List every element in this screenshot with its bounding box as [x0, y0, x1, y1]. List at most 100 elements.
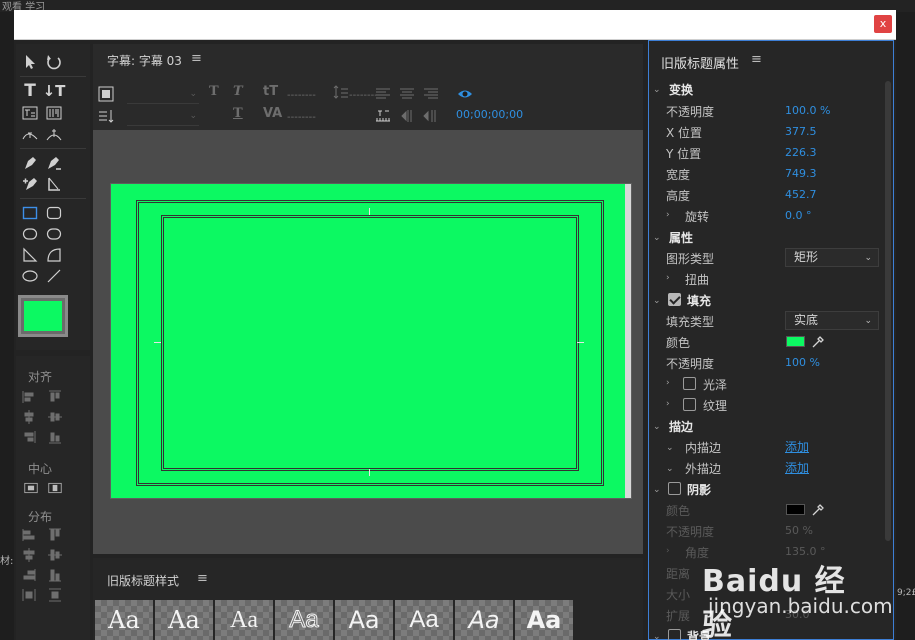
- transform-heading[interactable]: 变换: [669, 81, 693, 98]
- kerning-icon[interactable]: VA: [263, 106, 282, 121]
- tab-stops-icon[interactable]: [375, 108, 391, 128]
- distribute-spacing-v-icon[interactable]: [48, 588, 62, 602]
- style-swatch-2[interactable]: Aa: [155, 600, 213, 640]
- transform-chevron-icon[interactable]: ⌄: [653, 85, 661, 95]
- rectangle-tool-icon[interactable]: [20, 204, 40, 222]
- shadow-eyedropper-icon[interactable]: [811, 502, 825, 516]
- roll-crawl-options-icon[interactable]: [98, 108, 114, 128]
- shadow-checkbox[interactable]: [668, 482, 681, 495]
- sheen-expand-icon[interactable]: ›: [666, 378, 670, 388]
- width-value[interactable]: 749.3: [785, 167, 817, 180]
- rounded-rectangle-tool-icon[interactable]: [44, 204, 64, 222]
- align-text-center-icon[interactable]: [399, 86, 415, 106]
- style-swatch-1[interactable]: Aa: [95, 600, 153, 640]
- fill-color-chip[interactable]: [786, 336, 805, 347]
- properties-scrollbar[interactable]: [885, 81, 891, 541]
- background-timecode[interactable]: 00;00;00;00: [456, 108, 523, 121]
- stroke-heading[interactable]: 描边: [669, 418, 693, 435]
- underline-icon[interactable]: T: [233, 106, 243, 121]
- fill-chevron-icon[interactable]: ⌄: [653, 296, 661, 306]
- line-tool-icon[interactable]: [44, 267, 64, 285]
- distribute-top-icon[interactable]: [48, 528, 62, 542]
- arc-tool-icon[interactable]: [44, 246, 64, 264]
- style-swatch-6[interactable]: Aa: [395, 600, 453, 640]
- distribute-center-v-icon[interactable]: [48, 548, 62, 562]
- italic-icon[interactable]: T: [233, 84, 243, 99]
- title-panel-menu-icon[interactable]: ≡: [191, 51, 202, 66]
- bottom-center-handle[interactable]: [369, 469, 370, 476]
- shadow-color-chip[interactable]: [786, 504, 805, 515]
- left-center-handle[interactable]: [154, 342, 161, 343]
- kerning-field[interactable]: --------: [287, 112, 316, 123]
- distribute-left-icon[interactable]: [22, 528, 36, 542]
- show-background-video-icon[interactable]: [457, 86, 473, 106]
- type-tool-icon[interactable]: T: [20, 81, 40, 101]
- paragraph-ltr-icon[interactable]: [399, 108, 415, 128]
- texture-expand-icon[interactable]: ›: [666, 399, 670, 409]
- background-checkbox[interactable]: [668, 629, 681, 640]
- add-anchor-tool-icon[interactable]: [20, 175, 40, 193]
- outer-stroke-chevron-icon[interactable]: ⌄: [666, 464, 674, 474]
- style-swatch-5[interactable]: Aa: [335, 600, 393, 640]
- new-title-icon[interactable]: [98, 86, 114, 106]
- clipped-corner-rectangle-tool-icon[interactable]: [20, 225, 40, 243]
- close-button[interactable]: x: [874, 15, 892, 33]
- leading-field[interactable]: --------: [349, 90, 378, 101]
- convert-anchor-tool-icon[interactable]: [44, 175, 64, 193]
- pen-tool-icon[interactable]: [20, 154, 40, 172]
- align-vertical-center-icon[interactable]: [48, 410, 62, 424]
- delete-anchor-tool-icon[interactable]: [44, 154, 64, 172]
- fill-color-swatch[interactable]: [18, 295, 68, 337]
- align-bottom-icon[interactable]: [48, 430, 62, 444]
- sheen-checkbox[interactable]: [683, 377, 696, 390]
- background-chevron-icon[interactable]: ⌄: [653, 632, 661, 640]
- style-swatch-4[interactable]: Aa: [275, 600, 333, 640]
- leading-icon[interactable]: [333, 84, 349, 104]
- outer-stroke-add-link[interactable]: 添加: [785, 459, 809, 476]
- fill-opacity-value[interactable]: 100 %: [785, 356, 820, 369]
- font-size-icon[interactable]: tT: [263, 84, 278, 99]
- distribute-bottom-icon[interactable]: [48, 568, 62, 582]
- align-text-left-icon[interactable]: [375, 86, 391, 106]
- shadow-angle-expand-icon[interactable]: ›: [666, 546, 670, 556]
- ellipse-tool-icon[interactable]: [20, 267, 40, 285]
- style-swatch-3[interactable]: Aa: [215, 600, 273, 640]
- align-horizontal-center-icon[interactable]: [22, 410, 36, 424]
- opacity-value[interactable]: 100.0 %: [785, 104, 830, 117]
- green-rectangle-shape[interactable]: [110, 183, 632, 499]
- align-text-right-icon[interactable]: [423, 86, 439, 106]
- style-swatch-8[interactable]: Aa: [515, 600, 573, 640]
- distort-expand-icon[interactable]: ›: [666, 273, 670, 283]
- attributes-heading[interactable]: 属性: [669, 229, 693, 246]
- font-family-dropdown[interactable]: ⌄: [127, 86, 199, 104]
- properties-menu-icon[interactable]: ≡: [751, 52, 762, 67]
- top-center-handle[interactable]: [369, 208, 370, 215]
- vertical-type-tool-icon[interactable]: ↓T: [43, 82, 66, 100]
- texture-checkbox[interactable]: [683, 398, 696, 411]
- distribute-spacing-h-icon[interactable]: [22, 588, 36, 602]
- fill-checkbox[interactable]: [668, 293, 681, 306]
- fill-eyedropper-icon[interactable]: [811, 334, 825, 348]
- rotation-value[interactable]: 0.0 °: [785, 209, 812, 222]
- paragraph-rtl-icon[interactable]: [423, 108, 439, 128]
- align-top-icon[interactable]: [48, 390, 62, 404]
- font-style-dropdown[interactable]: ⌄: [127, 108, 199, 126]
- x-position-value[interactable]: 377.5: [785, 125, 817, 138]
- bold-icon[interactable]: T: [209, 84, 219, 99]
- selection-tool-icon[interactable]: [20, 53, 40, 71]
- font-size-field[interactable]: --------: [287, 90, 316, 101]
- shadow-opacity-value[interactable]: 50 %: [785, 524, 813, 537]
- inner-stroke-chevron-icon[interactable]: ⌄: [666, 443, 674, 453]
- attributes-chevron-icon[interactable]: ⌄: [653, 233, 661, 243]
- height-value[interactable]: 452.7: [785, 188, 817, 201]
- align-right-icon[interactable]: [22, 430, 36, 444]
- align-left-icon[interactable]: [22, 390, 36, 404]
- y-position-value[interactable]: 226.3: [785, 146, 817, 159]
- wedge-tool-icon[interactable]: [20, 246, 40, 264]
- vertical-area-type-tool-icon[interactable]: [44, 104, 64, 122]
- shape-type-select[interactable]: 矩形 ⌄: [785, 248, 879, 267]
- inner-stroke-add-link[interactable]: 添加: [785, 438, 809, 455]
- center-vertical-icon[interactable]: [46, 480, 64, 496]
- rotate-tool-icon[interactable]: [44, 53, 64, 71]
- rotation-expand-icon[interactable]: ›: [666, 210, 670, 220]
